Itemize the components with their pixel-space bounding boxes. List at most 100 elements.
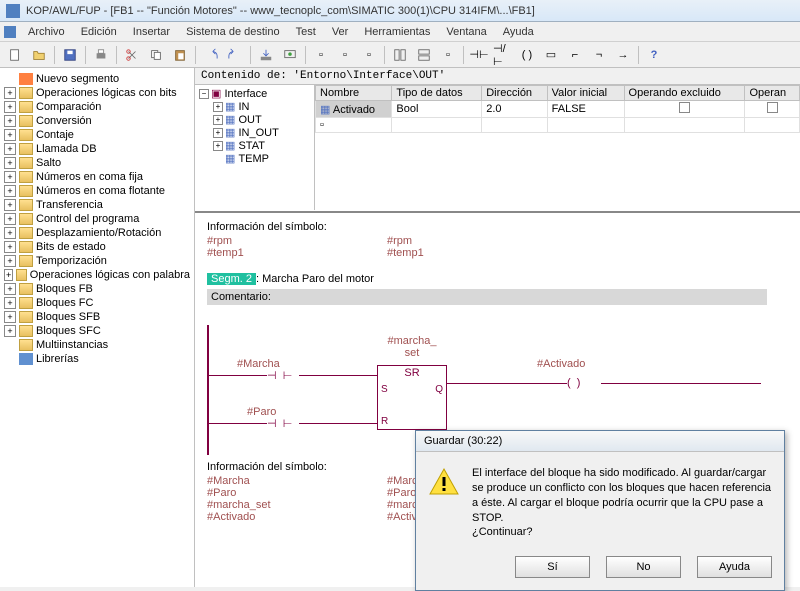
sidebar-item[interactable]: +Transferencia xyxy=(2,198,192,212)
yes-button[interactable]: Sí xyxy=(515,556,590,578)
column-header[interactable]: Valor inicial xyxy=(547,86,624,101)
help-button[interactable]: Ayuda xyxy=(697,556,772,578)
expand-icon[interactable]: + xyxy=(4,283,16,295)
sidebar-item[interactable]: +Llamada DB xyxy=(2,142,192,156)
connect-button[interactable]: → xyxy=(612,44,634,66)
expand-icon[interactable]: + xyxy=(4,297,16,309)
layout-c-button[interactable]: ▫ xyxy=(437,44,459,66)
paste-button[interactable] xyxy=(169,44,191,66)
expand-icon[interactable]: + xyxy=(4,157,16,169)
tool-c-button[interactable]: ▫ xyxy=(358,44,380,66)
sidebar-item[interactable]: +Control del programa xyxy=(2,212,192,226)
print-button[interactable] xyxy=(90,44,112,66)
sidebar-item[interactable]: +Temporización xyxy=(2,254,192,268)
menu-insertar[interactable]: Insertar xyxy=(125,24,178,40)
expand-icon[interactable]: + xyxy=(4,87,16,99)
contact-no-button[interactable]: ⊣⊢ xyxy=(468,44,490,66)
copy-button[interactable] xyxy=(145,44,167,66)
iface-node[interactable]: +▦ STAT xyxy=(211,139,312,152)
operand-checkbox[interactable] xyxy=(767,102,778,113)
expand-icon[interactable]: + xyxy=(4,129,16,141)
table-row-empty[interactable]: ▫ xyxy=(316,118,800,133)
sidebar-item[interactable]: +Números en coma fija xyxy=(2,170,192,184)
expand-icon[interactable]: + xyxy=(4,213,16,225)
monitor-button[interactable] xyxy=(279,44,301,66)
expand-icon[interactable]: + xyxy=(4,115,16,127)
contact-nc-button[interactable]: ⊣/⊢ xyxy=(492,44,514,66)
sidebar-item[interactable]: +Operaciones lógicas con palabra xyxy=(2,268,192,282)
sidebar-item[interactable]: +Números en coma flotante xyxy=(2,184,192,198)
iface-node[interactable]: +▦ OUT xyxy=(211,113,312,126)
expand-icon[interactable]: + xyxy=(213,115,223,125)
sidebar-item[interactable]: +Desplazamiento/Rotación xyxy=(2,226,192,240)
tool-b-button[interactable]: ▫ xyxy=(334,44,356,66)
layout-b-button[interactable] xyxy=(413,44,435,66)
column-header[interactable]: Nombre xyxy=(316,86,392,101)
layout-a-button[interactable] xyxy=(389,44,411,66)
menu-test[interactable]: Test xyxy=(288,24,324,40)
column-header[interactable]: Operando excluido xyxy=(624,86,745,101)
iface-node[interactable]: +▦ IN xyxy=(211,100,312,113)
expand-icon[interactable]: + xyxy=(4,241,16,253)
undo-button[interactable] xyxy=(200,44,222,66)
column-header[interactable]: Tipo de datos xyxy=(392,86,482,101)
help-button[interactable]: ? xyxy=(643,44,665,66)
expand-icon[interactable]: + xyxy=(4,227,16,239)
sidebar[interactable]: Nuevo segmento+Operaciones lógicas con b… xyxy=(0,68,195,587)
sidebar-item[interactable]: +Comparación xyxy=(2,100,192,114)
menu-ayuda[interactable]: Ayuda xyxy=(495,24,542,40)
cut-button[interactable] xyxy=(121,44,143,66)
sidebar-item[interactable]: +Salto xyxy=(2,156,192,170)
menu-herramientas[interactable]: Herramientas xyxy=(356,24,438,40)
excluded-checkbox[interactable] xyxy=(679,102,690,113)
menu-ver[interactable]: Ver xyxy=(324,24,357,40)
sidebar-item[interactable]: +Bloques SFC xyxy=(2,324,192,338)
menu-ventana[interactable]: Ventana xyxy=(438,24,494,40)
coil-button[interactable]: ( ) xyxy=(516,44,538,66)
expand-icon[interactable]: + xyxy=(4,311,16,323)
expand-icon[interactable]: + xyxy=(4,199,16,211)
expand-icon[interactable]: + xyxy=(4,255,16,267)
expand-icon[interactable]: + xyxy=(4,143,16,155)
expand-icon[interactable]: + xyxy=(4,325,16,337)
comment-box[interactable]: Comentario: xyxy=(207,289,767,305)
expand-icon[interactable]: + xyxy=(213,102,223,112)
sidebar-item[interactable]: +Operaciones lógicas con bits xyxy=(2,86,192,100)
sidebar-item[interactable]: +Bloques SFB xyxy=(2,310,192,324)
coil-activado[interactable]: #Activado xyxy=(537,358,585,370)
new-button[interactable] xyxy=(4,44,26,66)
expand-icon[interactable]: + xyxy=(213,128,223,138)
sidebar-item[interactable]: +Conversión xyxy=(2,114,192,128)
expand-icon[interactable]: + xyxy=(213,141,223,151)
collapse-icon[interactable]: − xyxy=(199,89,209,99)
column-header[interactable]: Dirección xyxy=(482,86,547,101)
sidebar-item[interactable]: +Bits de estado xyxy=(2,240,192,254)
sidebar-item[interactable]: Librerías xyxy=(2,352,192,366)
redo-button[interactable] xyxy=(224,44,246,66)
sidebar-item[interactable]: +Bloques FC xyxy=(2,296,192,310)
menu-sistema de destino[interactable]: Sistema de destino xyxy=(178,24,288,40)
expand-icon[interactable]: + xyxy=(4,101,16,113)
column-header[interactable]: Operan xyxy=(745,86,800,101)
no-button[interactable]: No xyxy=(606,556,681,578)
segment-badge[interactable]: Segm. 2 xyxy=(207,273,256,285)
open-button[interactable] xyxy=(28,44,50,66)
sidebar-item[interactable]: Nuevo segmento xyxy=(2,72,192,86)
expand-icon[interactable]: + xyxy=(4,171,16,183)
tool-a-button[interactable]: ▫ xyxy=(310,44,332,66)
download-button[interactable] xyxy=(255,44,277,66)
save-button[interactable] xyxy=(59,44,81,66)
iface-node[interactable]: ▦ TEMP xyxy=(211,152,312,165)
menu-edición[interactable]: Edición xyxy=(73,24,125,40)
expand-icon[interactable]: + xyxy=(4,185,16,197)
interface-tree[interactable]: −▣ Interface +▦ IN+▦ OUT+▦ IN_OUT+▦ STAT… xyxy=(195,85,315,210)
sr-block[interactable]: SR S Q R xyxy=(377,365,447,430)
branch-close-button[interactable]: ¬ xyxy=(588,44,610,66)
table-row[interactable]: ▦ Activado Bool 2.0 FALSE xyxy=(316,101,800,118)
menu-archivo[interactable]: Archivo xyxy=(20,24,73,40)
branch-open-button[interactable]: ⌐ xyxy=(564,44,586,66)
sidebar-item[interactable]: Multiinstancias xyxy=(2,338,192,352)
sidebar-item[interactable]: +Bloques FB xyxy=(2,282,192,296)
box-button[interactable]: ▭ xyxy=(540,44,562,66)
interface-root[interactable]: Interface xyxy=(224,88,267,100)
